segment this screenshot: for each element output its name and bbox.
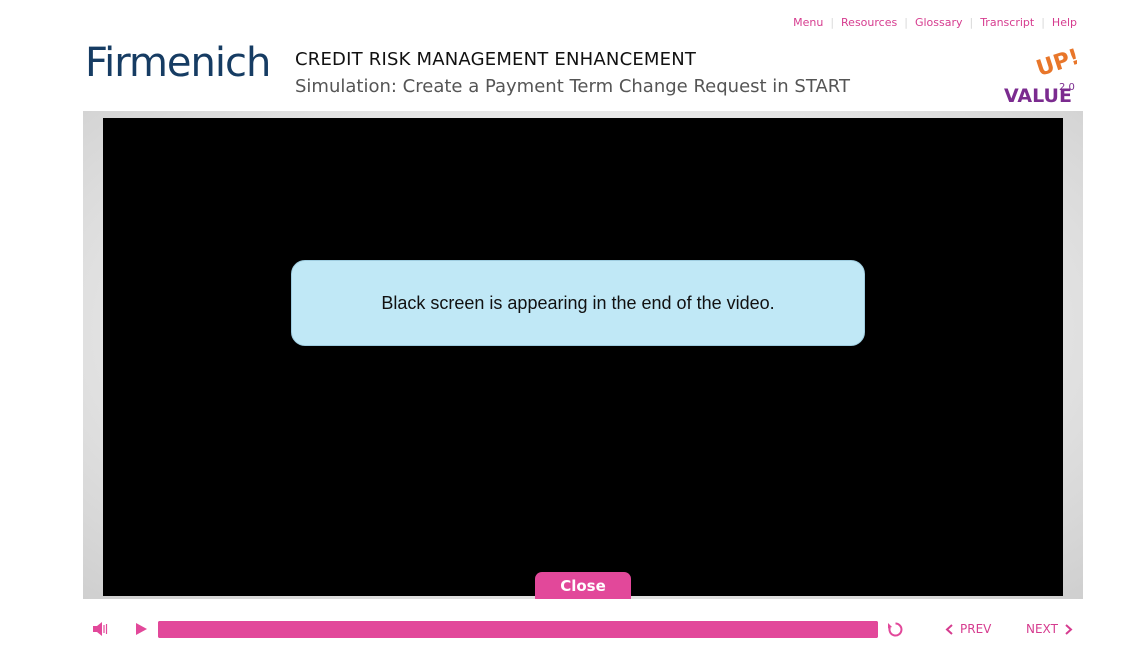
notice-text: Black screen is appearing in the end of … [381,292,775,313]
next-label: NEXT [1026,622,1058,636]
nav-separator: | [1041,16,1045,29]
video-player[interactable]: Black screen is appearing in the end of … [103,118,1063,596]
nav-separator: | [830,16,835,29]
resources-link[interactable]: Resources [841,16,897,29]
brand-exclaim: UP! [1033,45,1077,82]
notice-box: Black screen is appearing in the end of … [291,260,865,346]
help-link[interactable]: Help [1052,16,1077,29]
glossary-link[interactable]: Glossary [915,16,963,29]
next-button[interactable]: NEXT [1026,622,1073,636]
chevron-right-icon [1065,623,1073,635]
nav-separator: | [969,16,974,29]
volume-icon[interactable] [92,621,108,637]
replay-icon[interactable] [887,621,904,638]
company-logo: Firmenich [85,40,271,86]
progress-fill [158,621,878,638]
transcript-link[interactable]: Transcript [980,16,1034,29]
progress-bar[interactable] [158,621,878,638]
playback-controls: PREV NEXT [83,612,1083,646]
chevron-left-icon [945,623,953,635]
value-up-logo: UP! VALUE 2.0 [1004,45,1077,106]
prev-label: PREV [960,622,992,636]
menu-link[interactable]: Menu [793,16,823,29]
nav-separator: | [904,16,908,29]
top-navigation: Menu | Resources | Glossary | Transcript… [793,16,1077,29]
course-subtitle: Simulation: Create a Payment Term Change… [295,76,850,97]
play-icon[interactable] [135,622,148,636]
brand-version: 2.0 [1059,82,1075,93]
close-button[interactable]: Close [535,572,631,599]
content-stage: Black screen is appearing in the end of … [83,111,1083,599]
course-title: CREDIT RISK MANAGEMENT ENHANCEMENT [295,49,697,70]
prev-button[interactable]: PREV [945,622,991,636]
